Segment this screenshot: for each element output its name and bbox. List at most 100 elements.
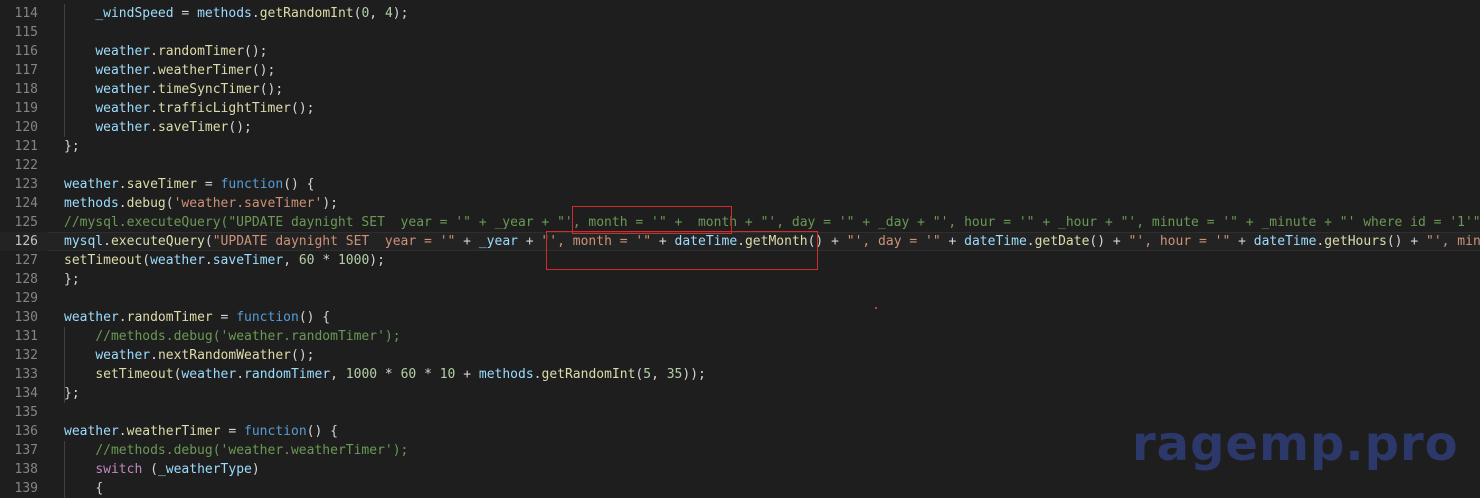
code-token: { [306,177,315,192]
code-text[interactable]: weather.timeSyncTimer(); [64,80,283,99]
code-token: weather [181,367,237,382]
code-token: , [369,6,385,21]
code-token: executeQuery [110,234,205,249]
code-token: () [283,177,307,192]
code-token: nextRandomWeather [157,348,291,363]
code-line[interactable]: 122 [0,156,1480,175]
code-text[interactable]: { [64,479,103,498]
code-text[interactable]: methods.debug('weather.saveTimer'); [64,194,338,213]
annotation-box-commented-month [572,206,732,234]
code-token: . [150,120,158,135]
code-text[interactable]: weather.saveTimer = function() { [64,175,315,194]
code-token: * [416,367,440,382]
code-token: + [1230,234,1254,249]
code-text[interactable]: setTimeout(weather.randomTimer, 1000 * 6… [64,365,706,384]
code-token: = [220,424,245,439]
code-text[interactable]: weather.randomTimer = function() { [64,308,330,327]
code-token: + [517,234,542,249]
code-token: setTimeout [64,253,143,268]
code-token: setTimeout [95,367,174,382]
code-token: + [1105,234,1129,249]
code-token: //mysql.executeQuery("UPDATE daynight SE… [64,215,1480,230]
code-text[interactable]: switch (_weatherType) [64,460,259,479]
code-line[interactable]: 123 weather.saveTimer = function() { [0,175,1480,194]
line-number: 121 [14,139,38,154]
code-line[interactable]: 133 setTimeout(weather.randomTimer, 1000… [0,365,1480,384]
code-text[interactable]: }; [64,270,80,289]
code-line[interactable]: 134}; [0,384,1480,403]
code-text[interactable]: weather.weatherTimer = function() { [64,422,338,441]
code-text[interactable]: setTimeout(weather.saveTimer, 60 * 1000)… [64,251,385,270]
line-number: 126 [14,234,38,249]
code-token: . [118,177,127,192]
code-token: (); [228,120,252,135]
code-line[interactable]: 131 //methods.debug('weather.randomTimer… [0,327,1480,346]
code-token: . [103,234,111,249]
code-token: }; [64,272,80,287]
code-token: 1000 [345,367,378,382]
code-token: . [1026,234,1035,249]
code-token: _windSpeed [95,6,174,21]
code-line[interactable]: 115 [0,23,1480,42]
code-token: //methods.debug('weather.weatherTimer'); [95,443,409,458]
code-line[interactable]: 118 weather.timeSyncTimer(); [0,80,1480,99]
code-token: () { [298,310,331,325]
code-token: mysql [64,234,104,249]
code-token: methods [478,367,534,382]
code-line[interactable]: 125 //mysql.executeQuery("UPDATE daynight… [0,213,1480,232]
code-token: function [220,177,284,192]
code-line[interactable]: 117 weather.weatherTimer(); [0,61,1480,80]
code-text[interactable]: weather.randomTimer(); [64,42,267,61]
code-token: . [118,196,127,211]
code-text[interactable]: //methods.debug('weather.weatherTimer'); [64,441,408,460]
code-line[interactable]: 129 [0,289,1480,308]
code-token: saveTimer [212,253,284,268]
code-text[interactable]: }; [64,137,80,156]
code-token: weather [95,44,151,59]
line-number: 132 [14,348,38,363]
code-token: ); [369,253,385,268]
line-number: 125 [14,215,38,230]
line-number: 116 [14,44,38,59]
code-token: getRandomInt [541,367,636,382]
code-text[interactable]: weather.saveTimer(); [64,118,252,137]
code-token: weather [64,310,119,325]
code-token: dateTime [964,234,1027,249]
code-token: , [651,367,667,382]
code-text[interactable]: //mysql.executeQuery("UPDATE daynight SE… [64,213,1480,232]
code-line[interactable]: 121}; [0,137,1480,156]
code-token: ); [322,196,338,211]
code-token: . [150,348,158,363]
code-line[interactable]: 124 methods.debug('weather.saveTimer'); [0,194,1480,213]
code-line[interactable]: 114 _windSpeed = methods.getRandomInt(0,… [0,4,1480,23]
code-text[interactable]: weather.weatherTimer(); [64,61,275,80]
code-token: )); [682,367,706,382]
code-line[interactable]: 139 { [0,479,1480,498]
code-line[interactable]: 120 weather.saveTimer(); [0,118,1480,137]
code-text[interactable]: }; [64,384,80,403]
code-token: weather [64,177,119,192]
code-text[interactable]: _windSpeed = methods.getRandomInt(0, 4); [64,4,408,23]
line-number: 123 [14,177,38,192]
code-token: 35 [666,367,683,382]
code-token: + [1402,234,1426,249]
code-token: saveTimer [126,177,198,192]
code-line[interactable]: 132 weather.nextRandomWeather(); [0,346,1480,365]
code-text[interactable]: weather.trafficLightTimer(); [64,99,314,118]
code-token: "', minute [1426,234,1480,249]
code-line[interactable]: 130 weather.randomTimer = function() { [0,308,1480,327]
code-text[interactable]: weather.nextRandomWeather(); [64,346,314,365]
code-line[interactable]: 116 weather.randomTimer(); [0,42,1480,61]
code-token: weather [64,424,119,439]
code-line[interactable]: 128}; [0,270,1480,289]
code-token: dateTime [1253,234,1317,249]
code-text[interactable]: //methods.debug('weather.randomTimer'); [64,327,400,346]
code-line[interactable]: 119 weather.trafficLightTimer(); [0,99,1480,118]
code-token: = [197,177,221,192]
